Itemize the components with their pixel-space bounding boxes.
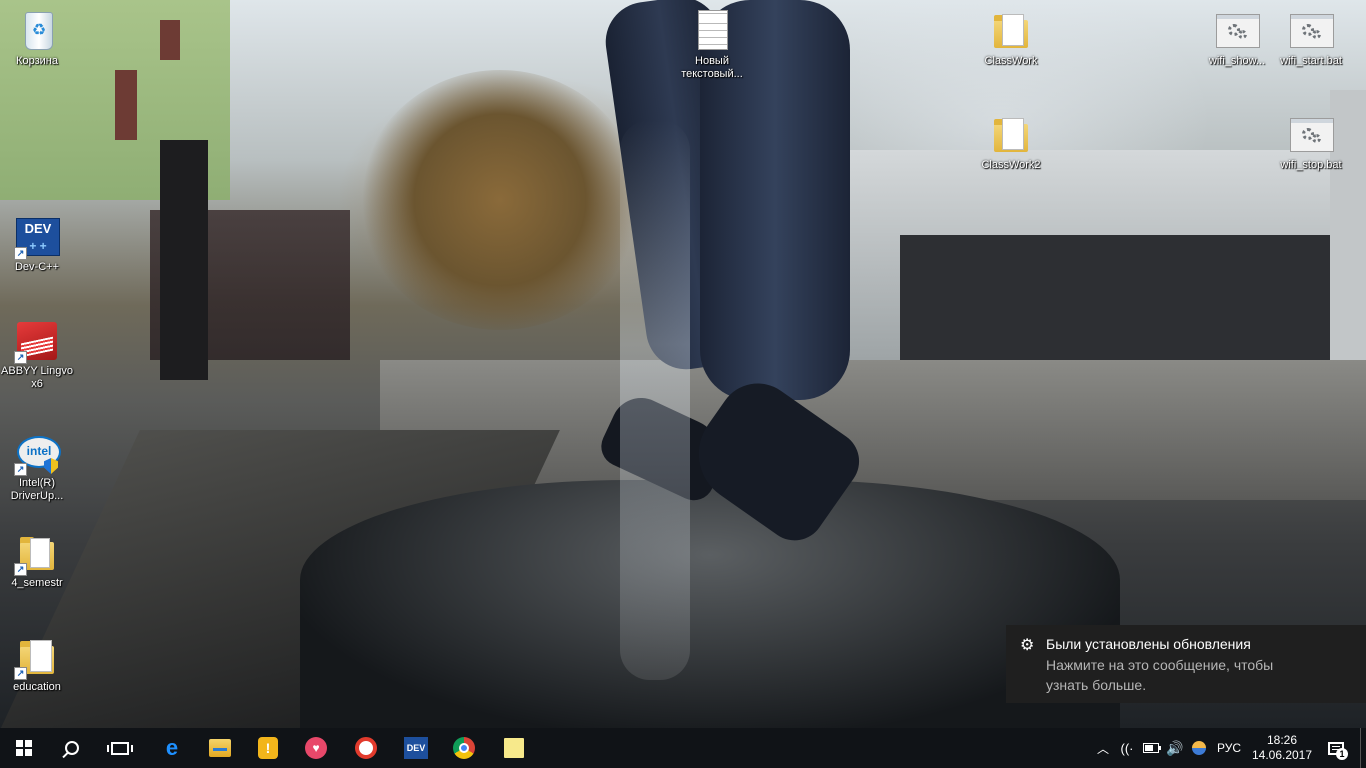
taskbar-chrome[interactable] — [440, 728, 488, 768]
start-button[interactable] — [0, 728, 48, 768]
batch-file-icon — [1216, 10, 1260, 52]
desktop-icon-education[interactable]: ↗ education — [0, 632, 74, 694]
taskbar-edge[interactable]: e — [148, 728, 196, 768]
volume-button[interactable]: 🔊 — [1164, 728, 1186, 768]
wallpaper-window — [160, 20, 180, 60]
language-button[interactable]: РУС — [1212, 728, 1246, 768]
folder-icon: ↗ — [14, 532, 58, 576]
taskbar-tips[interactable]: ! — [244, 728, 292, 768]
shortcut-arrow-icon: ↗ — [14, 351, 27, 364]
tomato-app-icon — [355, 737, 377, 759]
folder-icon — [990, 10, 1032, 52]
show-desktop-button[interactable] — [1360, 728, 1366, 768]
gear-icon — [1312, 134, 1321, 143]
text-document-icon — [691, 10, 733, 52]
volume-icon: 🔊 — [1166, 739, 1184, 756]
update-notification-toast[interactable]: ⚙ Были установлены обновления Нажмите на… — [1006, 625, 1366, 703]
desktop-icon-label: Корзина — [16, 55, 58, 67]
desktop-icon-wifi-start[interactable]: wifi_start.bat — [1274, 6, 1348, 68]
wallpaper-building-shade — [900, 235, 1340, 365]
heart-app-icon: ♥ — [305, 737, 327, 759]
desktop-icon-label: 4_semestr — [11, 577, 63, 589]
shortcut-arrow-icon: ↗ — [14, 563, 27, 576]
chevron-up-icon: ︿ — [1096, 741, 1109, 756]
battery-button[interactable] — [1140, 728, 1162, 768]
desktop-icon-wifi-stop[interactable]: wifi_stop.bat — [1274, 110, 1348, 172]
wifi-icon: ((· — [1120, 740, 1134, 756]
clock-button[interactable]: 18:26 14.06.2017 — [1250, 728, 1314, 768]
desktop-icon-intel-driver[interactable]: intel ↗ Intel(R) DriverUp... — [0, 428, 74, 503]
gear-icon — [1312, 30, 1321, 39]
windows-start-icon — [16, 740, 32, 756]
desktop-wallpaper: ♻ Корзина DEV + + ↗ Dev-C++ ↗ ABBYY Lingv… — [0, 0, 1366, 728]
desktop-icon-recycle-bin[interactable]: ♻ Корзина — [0, 6, 74, 68]
shortcut-arrow-icon: ↗ — [14, 247, 27, 260]
intel-driver-icon: intel ↗ — [14, 432, 61, 476]
desktop-icon-4-semestr[interactable]: ↗ 4_semestr — [0, 528, 74, 590]
desktop-icon-classwork2[interactable]: ClassWork2 — [974, 110, 1048, 172]
search-icon — [65, 741, 79, 755]
folder-icon: ↗ — [14, 636, 58, 680]
desktop-icon-label: Intel(R) DriverUp... — [10, 477, 64, 502]
weather-icon — [1192, 741, 1206, 755]
taskbar-tomato-app[interactable] — [342, 728, 390, 768]
chrome-icon — [453, 737, 475, 759]
clock-date: 14.06.2017 — [1251, 748, 1313, 762]
dev-cpp-icon: DEV — [404, 737, 428, 759]
desktop-icon-label: wifi_start.bat — [1280, 55, 1342, 67]
task-view-button[interactable] — [96, 728, 144, 768]
wifi-button[interactable]: ((· — [1116, 728, 1138, 768]
wallpaper-post — [160, 140, 208, 380]
wallpaper-puddle — [300, 480, 1120, 728]
desktop-icon-label: ABBYY Lingvo x6 — [1, 365, 73, 390]
dev-cpp-icon: DEV + + ↗ — [14, 216, 60, 260]
desktop-icon-dev-cpp[interactable]: DEV + + ↗ Dev-C++ — [0, 212, 74, 274]
taskbar-dev-cpp[interactable]: DEV — [392, 728, 440, 768]
desktop-icon-label: wifi_stop.bat — [1280, 159, 1342, 171]
file-explorer-icon — [209, 739, 231, 757]
desktop-icon-label: Dev-C++ — [14, 261, 60, 273]
gear-icon — [1238, 30, 1247, 39]
sticky-notes-icon — [504, 738, 524, 758]
desktop-icon-label: education — [13, 681, 61, 693]
desktop-icon-label: wifi_show... — [1208, 55, 1266, 67]
gear-icon: ⚙ — [1020, 637, 1035, 654]
toast-title: Были установлены обновления — [1046, 636, 1251, 652]
desktop-icon-label: ClassWork — [984, 55, 1038, 67]
lightbulb-icon: ! — [258, 737, 278, 759]
weather-tray-button[interactable] — [1188, 728, 1210, 768]
clock-time: 18:26 — [1266, 733, 1298, 747]
action-center-button[interactable]: 1 — [1316, 728, 1356, 768]
wallpaper-window — [115, 70, 137, 140]
abbyy-lingvo-icon: ↗ — [14, 320, 58, 364]
batch-file-icon — [1290, 10, 1334, 52]
desktop-icon-label: Новый текстовый... — [681, 55, 743, 80]
battery-icon — [1143, 743, 1161, 753]
desktop-icon-label: ClassWork2 — [981, 159, 1041, 171]
taskbar: e ! ♥ DEV ︿ ((· 🔊 РУС 18:26 14.06.2017 1 — [0, 728, 1366, 768]
search-button[interactable] — [48, 728, 96, 768]
show-hidden-icons-button[interactable]: ︿ — [1094, 728, 1112, 768]
folder-icon — [990, 114, 1032, 156]
desktop-icon-abbyy[interactable]: ↗ ABBYY Lingvo x6 — [0, 316, 74, 391]
desktop-icon-classwork[interactable]: ClassWork — [974, 6, 1048, 68]
toast-body: Нажмите на это сообщение, чтобы узнать б… — [1046, 657, 1274, 693]
shortcut-arrow-icon: ↗ — [14, 463, 27, 476]
notification-count-badge: 1 — [1336, 748, 1348, 760]
task-view-icon — [107, 741, 133, 755]
shortcut-arrow-icon: ↗ — [14, 667, 27, 680]
desktop-icon-wifi-show[interactable]: wifi_show... — [1200, 6, 1274, 68]
taskbar-file-explorer[interactable] — [196, 728, 244, 768]
uac-shield-icon — [44, 458, 58, 474]
wallpaper-tree — [360, 70, 640, 330]
batch-file-icon — [1290, 114, 1334, 156]
desktop-icon-new-text-document[interactable]: Новый текстовый... — [675, 6, 749, 81]
taskbar-sticky-notes[interactable] — [490, 728, 538, 768]
language-indicator: РУС — [1216, 741, 1242, 755]
wallpaper-splash — [620, 120, 690, 680]
recycle-bin-icon: ♻ — [16, 10, 58, 52]
taskbar-heart-app[interactable]: ♥ — [292, 728, 340, 768]
edge-icon: e — [165, 735, 179, 760]
